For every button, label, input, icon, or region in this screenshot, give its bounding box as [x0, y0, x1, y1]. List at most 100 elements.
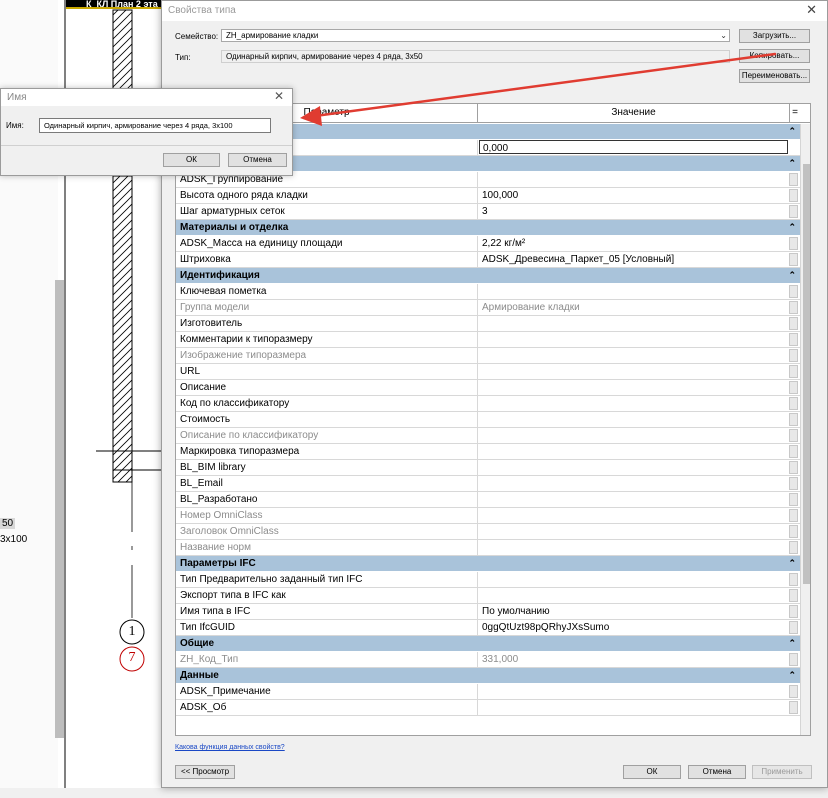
formula-button[interactable]	[789, 653, 798, 666]
formula-button[interactable]	[789, 173, 798, 186]
collapse-chevron-icon[interactable]: ⌃	[788, 220, 796, 235]
param-value[interactable]	[479, 428, 788, 443]
param-value[interactable]	[479, 364, 788, 379]
table-row[interactable]: Тип Предварительно заданный тип IFC	[176, 572, 800, 588]
param-value[interactable]: ADSK_Древесина_Паркет_05 [Условный]	[479, 252, 788, 267]
formula-button[interactable]	[789, 621, 798, 634]
param-value[interactable]	[479, 460, 788, 475]
param-value[interactable]: 3	[479, 204, 788, 219]
param-value[interactable]: Армирование кладки	[479, 300, 788, 315]
cancel-button[interactable]: Отмена	[688, 765, 746, 779]
param-value[interactable]	[479, 316, 788, 331]
table-row[interactable]: Маркировка типоразмера	[176, 444, 800, 460]
table-row[interactable]: Высота одного ряда кладки 100,000	[176, 188, 800, 204]
param-value[interactable]	[479, 684, 788, 699]
formula-button[interactable]	[789, 573, 798, 586]
param-value[interactable]	[479, 412, 788, 427]
group-header[interactable]: Данные ⌃	[176, 668, 800, 684]
formula-button[interactable]	[789, 429, 798, 442]
param-value[interactable]	[479, 332, 788, 347]
close-icon[interactable]: ✕	[806, 2, 817, 18]
formula-button[interactable]	[789, 589, 798, 602]
table-row[interactable]: ADSK_Примечание	[176, 684, 800, 700]
table-row[interactable]: URL	[176, 364, 800, 380]
formula-button[interactable]	[789, 509, 798, 522]
param-value[interactable]: 0ggQtUzt98pQRhyJXsSumo	[479, 620, 788, 635]
formula-button[interactable]	[789, 541, 798, 554]
param-value[interactable]	[479, 396, 788, 411]
table-row[interactable]: Шаг арматурных сеток 3	[176, 204, 800, 220]
formula-button[interactable]	[789, 477, 798, 490]
param-value[interactable]	[479, 476, 788, 491]
table-row[interactable]: Штриховка ADSK_Древесина_Паркет_05 [Услов…	[176, 252, 800, 268]
formula-button[interactable]	[789, 413, 798, 426]
param-value[interactable]	[479, 700, 788, 715]
table-row[interactable]: Заголовок OmniClass	[176, 524, 800, 540]
collapse-chevron-icon[interactable]: ⌃	[788, 636, 796, 651]
formula-button[interactable]	[789, 333, 798, 346]
param-value[interactable]	[479, 172, 788, 187]
formula-button[interactable]	[789, 189, 798, 202]
type-dropdown[interactable]: Одинарный кирпич, армирование через 4 ря…	[221, 50, 730, 63]
group-header[interactable]: Параметры IFC ⌃	[176, 556, 800, 572]
table-row[interactable]: Комментарии к типоразмеру	[176, 332, 800, 348]
formula-button[interactable]	[789, 301, 798, 314]
formula-button[interactable]	[789, 445, 798, 458]
formula-button[interactable]	[789, 253, 798, 266]
collapse-chevron-icon[interactable]: ⌃	[788, 668, 796, 683]
param-value[interactable]	[479, 492, 788, 507]
collapse-chevron-icon[interactable]: ⌃	[788, 556, 796, 571]
param-value[interactable]	[479, 284, 788, 299]
family-dropdown[interactable]: ZH_армирование кладки ⌄	[221, 29, 730, 42]
formula-button[interactable]	[789, 381, 798, 394]
table-row[interactable]: Название норм	[176, 540, 800, 556]
table-row[interactable]: ADSK_Масса на единицу площади 2,22 кг/м²	[176, 236, 800, 252]
formula-button[interactable]	[789, 461, 798, 474]
param-value[interactable]	[479, 588, 788, 603]
name-cancel-button[interactable]: Отмена	[228, 153, 287, 167]
name-ok-button[interactable]: ОК	[163, 153, 220, 167]
load-button[interactable]: Загрузить...	[739, 29, 810, 43]
table-row[interactable]: ZH_Код_Тип 331,000	[176, 652, 800, 668]
rename-button[interactable]: Переименовать...	[739, 69, 810, 83]
formula-button[interactable]	[789, 493, 798, 506]
param-value[interactable]	[479, 508, 788, 523]
grid-scrollbar[interactable]	[800, 124, 810, 735]
formula-button[interactable]	[789, 397, 798, 410]
help-link[interactable]: Какова функция данных свойств?	[175, 744, 285, 751]
collapse-chevron-icon[interactable]: ⌃	[788, 124, 796, 139]
table-row[interactable]: Стоимость	[176, 412, 800, 428]
name-input[interactable]: Одинарный кирпич, армирование через 4 ря…	[39, 118, 271, 133]
formula-button[interactable]	[789, 365, 798, 378]
table-row[interactable]: BL_Email	[176, 476, 800, 492]
formula-button[interactable]	[789, 317, 798, 330]
param-value[interactable]: По умолчанию	[479, 604, 788, 619]
param-value[interactable]	[479, 444, 788, 459]
collapse-chevron-icon[interactable]: ⌃	[788, 268, 796, 283]
apply-button[interactable]: Применить	[752, 765, 812, 779]
param-value[interactable]	[479, 540, 788, 555]
table-row[interactable]: BL_BIM library	[176, 460, 800, 476]
group-header[interactable]: Идентификация ⌃	[176, 268, 800, 284]
table-row[interactable]: Код по классификатору	[176, 396, 800, 412]
formula-button[interactable]	[789, 285, 798, 298]
table-row[interactable]: Номер OmniClass	[176, 508, 800, 524]
formula-button[interactable]	[789, 605, 798, 618]
param-value[interactable]	[479, 572, 788, 587]
param-value[interactable]: 2,22 кг/м²	[479, 236, 788, 251]
param-value[interactable]: 331,000	[479, 652, 788, 667]
formula-button[interactable]	[789, 685, 798, 698]
group-header[interactable]: Общие ⌃	[176, 636, 800, 652]
table-row[interactable]: Изображение типоразмера	[176, 348, 800, 364]
table-row[interactable]: Описание по классификатору	[176, 428, 800, 444]
table-row[interactable]: Тип IfcGUID 0ggQtUzt98pQRhyJXsSumo	[176, 620, 800, 636]
ok-button[interactable]: ОК	[623, 765, 681, 779]
table-row[interactable]: BL_Разработано	[176, 492, 800, 508]
param-value[interactable]: 100,000	[479, 188, 788, 203]
param-value[interactable]	[479, 524, 788, 539]
table-row[interactable]: Экспорт типа в IFC как	[176, 588, 800, 604]
table-row[interactable]: Изготовитель	[176, 316, 800, 332]
grid-scrollbar-thumb[interactable]	[803, 164, 810, 584]
param-value[interactable]: 0,000	[479, 140, 788, 154]
close-icon[interactable]: ✕	[274, 89, 284, 103]
